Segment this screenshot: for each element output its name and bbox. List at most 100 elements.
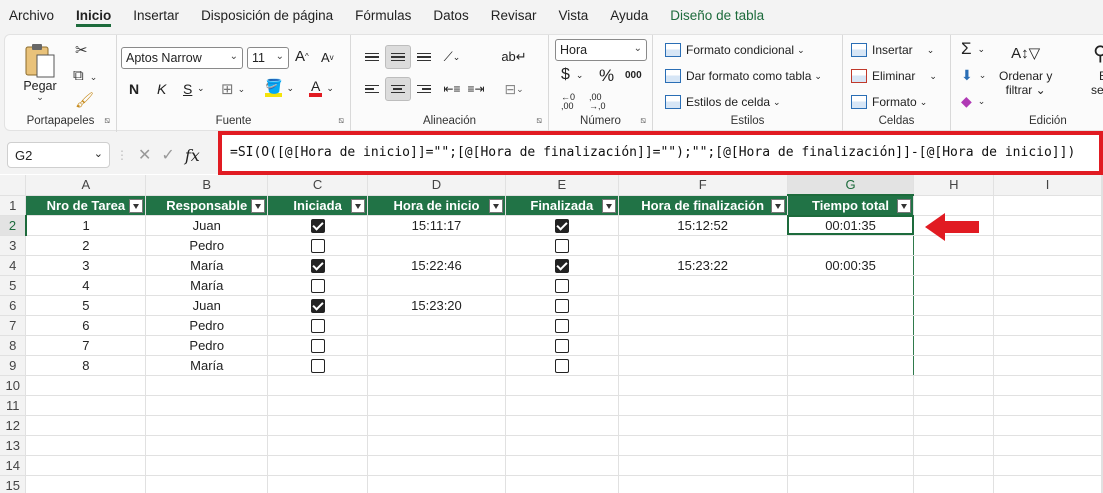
table-cell-inicio[interactable]: 15:22:46 xyxy=(367,255,506,276)
table-cell-total[interactable] xyxy=(787,335,915,356)
row-header[interactable]: 7 xyxy=(0,315,27,336)
cell[interactable] xyxy=(1101,355,1103,376)
table-cell-total[interactable]: 00:01:35 xyxy=(787,215,915,236)
cell[interactable] xyxy=(25,475,147,493)
cell[interactable] xyxy=(367,395,506,416)
cell[interactable] xyxy=(145,435,269,456)
table-cell-responsable[interactable]: María xyxy=(145,355,269,376)
cell[interactable] xyxy=(25,395,147,416)
cell[interactable] xyxy=(993,455,1102,476)
dialog-launcher-icon[interactable]: ⧅ xyxy=(104,115,110,126)
cell[interactable] xyxy=(913,355,995,376)
table-cell-responsable[interactable]: María xyxy=(145,275,269,296)
table-cell-total[interactable] xyxy=(787,355,915,376)
decrease-indent-icon[interactable]: ⇤≡ xyxy=(439,77,465,101)
insert-cells-button[interactable]: Insertar ⌄ xyxy=(851,43,934,57)
tab-inicio[interactable]: Inicio xyxy=(76,8,112,27)
row-header[interactable]: 15 xyxy=(0,475,27,493)
conditional-format-button[interactable]: Formato condicional ⌄ xyxy=(665,43,805,57)
row-header[interactable]: 3 xyxy=(0,235,27,256)
row-header[interactable]: 11 xyxy=(0,395,27,416)
cancel-icon[interactable]: ✕ xyxy=(138,145,151,165)
table-cell-finalizada[interactable] xyxy=(505,275,619,296)
cell[interactable] xyxy=(993,415,1102,436)
table-cell-iniciada[interactable] xyxy=(267,295,369,316)
cell[interactable] xyxy=(913,255,995,276)
cell[interactable] xyxy=(367,435,506,456)
tab-formulas[interactable]: Fórmulas xyxy=(355,8,411,27)
table-cell-iniciada[interactable] xyxy=(267,255,369,276)
table-cell-nro[interactable]: 4 xyxy=(25,275,147,296)
filter-dropdown-icon[interactable] xyxy=(351,198,366,213)
cell[interactable] xyxy=(993,235,1102,256)
percent-button[interactable]: % xyxy=(599,66,614,86)
font-family-select[interactable]: Aptos Narrow ⌄ xyxy=(121,47,243,69)
cell[interactable] xyxy=(618,435,788,456)
table-cell-total[interactable]: 00:00:35 xyxy=(787,255,915,276)
cell[interactable] xyxy=(1101,475,1103,493)
checkbox[interactable] xyxy=(310,298,325,313)
cell[interactable] xyxy=(267,395,369,416)
table-cell-fin[interactable] xyxy=(618,355,788,376)
table-cell-total[interactable] xyxy=(787,275,915,296)
merge-center-icon[interactable]: ⊟ ⌄ xyxy=(501,77,527,101)
bold-button[interactable]: N xyxy=(129,81,139,97)
row-header[interactable]: 10 xyxy=(0,375,27,396)
table-cell-nro[interactable]: 2 xyxy=(25,235,147,256)
cell[interactable] xyxy=(267,375,369,396)
table-cell-nro[interactable]: 8 xyxy=(25,355,147,376)
dialog-launcher-icon[interactable]: ⧅ xyxy=(536,115,542,126)
table-cell-finalizada[interactable] xyxy=(505,335,619,356)
cell[interactable] xyxy=(1101,255,1103,276)
cell[interactable] xyxy=(787,455,915,476)
table-cell-finalizada[interactable] xyxy=(505,355,619,376)
column-header-g[interactable]: G xyxy=(787,175,915,196)
column-header-f[interactable]: F xyxy=(618,175,788,196)
align-top-icon[interactable] xyxy=(359,45,385,69)
cell[interactable] xyxy=(367,415,506,436)
chevron-down-icon[interactable]: ⌄ xyxy=(197,83,205,94)
cell[interactable] xyxy=(1101,275,1103,296)
checkbox[interactable] xyxy=(310,238,325,253)
column-header-i[interactable]: I xyxy=(993,175,1102,196)
table-header-cell[interactable]: Hora de finalización xyxy=(618,195,788,216)
cell[interactable] xyxy=(1101,235,1103,256)
checkbox[interactable] xyxy=(554,338,569,353)
table-cell-responsable[interactable]: Pedro xyxy=(145,315,269,336)
filter-dropdown-icon[interactable] xyxy=(897,199,912,213)
tab-disposicion[interactable]: Disposición de página xyxy=(201,8,333,27)
increase-decimal-icon[interactable]: ←0,00 xyxy=(561,93,575,111)
table-cell-inicio[interactable]: 15:23:20 xyxy=(367,295,506,316)
cell[interactable] xyxy=(913,395,995,416)
table-cell-finalizada[interactable] xyxy=(505,315,619,336)
table-header-cell[interactable]: Finalizada xyxy=(505,195,619,216)
tab-revisar[interactable]: Revisar xyxy=(491,8,537,27)
cell[interactable] xyxy=(1101,195,1103,216)
cell[interactable] xyxy=(505,415,619,436)
filter-dropdown-icon[interactable] xyxy=(251,198,266,213)
table-cell-fin[interactable] xyxy=(618,275,788,296)
cell[interactable] xyxy=(267,435,369,456)
checkbox[interactable] xyxy=(554,238,569,253)
cell[interactable] xyxy=(913,195,995,216)
cell[interactable] xyxy=(993,255,1102,276)
column-header-d[interactable]: D xyxy=(367,175,506,196)
row-header[interactable]: 5 xyxy=(0,275,27,296)
column-header-h[interactable]: H xyxy=(913,175,995,196)
insert-function-icon[interactable]: fx xyxy=(185,146,200,165)
table-cell-iniciada[interactable] xyxy=(267,275,369,296)
tab-diseno-tabla[interactable]: Diseño de tabla xyxy=(670,8,764,27)
thousands-separator-button[interactable]: 000 xyxy=(625,70,642,81)
autosum-icon[interactable]: Σ ⌄ xyxy=(961,39,985,59)
table-cell-fin[interactable] xyxy=(618,235,788,256)
cell[interactable] xyxy=(993,195,1102,216)
column-header-c[interactable]: C xyxy=(267,175,369,196)
cell[interactable] xyxy=(993,475,1102,493)
cell[interactable] xyxy=(993,215,1102,236)
checkbox[interactable] xyxy=(554,218,569,233)
cell[interactable] xyxy=(787,475,915,493)
select-all-corner[interactable] xyxy=(0,175,27,196)
table-cell-fin[interactable] xyxy=(618,315,788,336)
cell[interactable] xyxy=(145,415,269,436)
table-header-cell[interactable]: Nro de Tarea xyxy=(25,195,147,216)
